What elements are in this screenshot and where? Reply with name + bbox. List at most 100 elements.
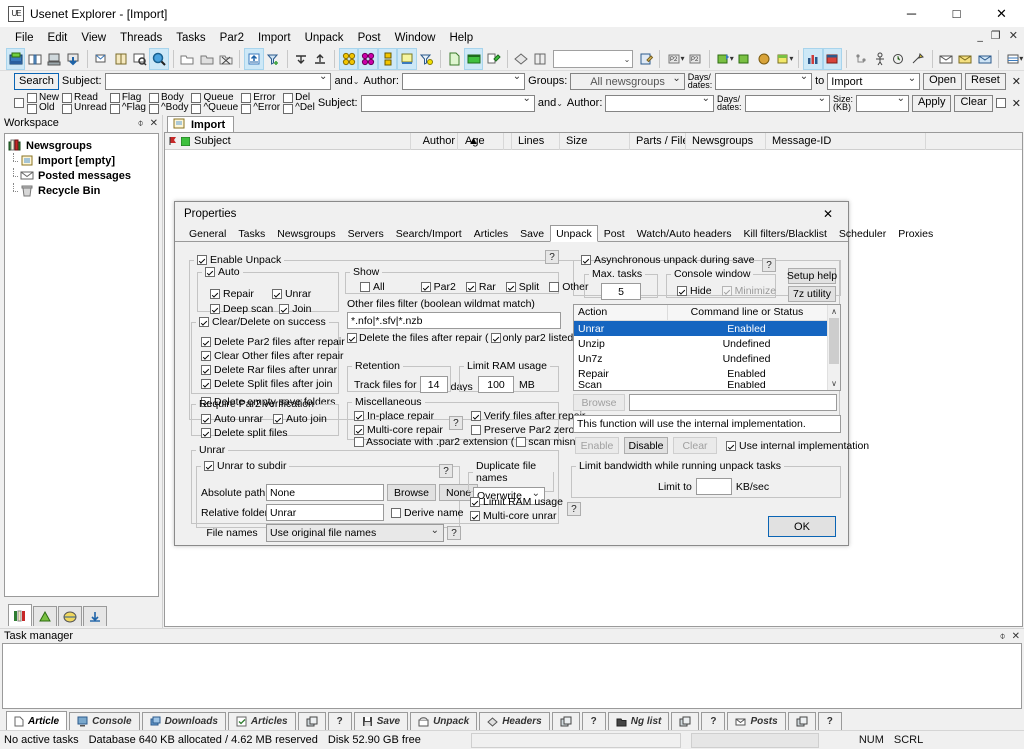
auto-deepscan-checkbox[interactable] [210,304,220,314]
toolbar-combo[interactable]: ⌄ [552,49,634,68]
tab-help-2[interactable]: ? [581,712,606,730]
enable-unpack-help-button[interactable]: ? [545,250,559,264]
bandwidth-input[interactable] [695,478,732,495]
action-row-unrar[interactable]: Unrar Enabled [574,321,840,336]
filter-master-checkbox[interactable] [14,98,24,108]
filter-extra-checkbox[interactable] [995,98,1006,108]
delete-rar-item[interactable]: Delete Rar files after unrar [201,364,345,376]
disable-button[interactable]: Disable [624,437,668,454]
tree-node-import[interactable]: Import [empty] [8,153,155,168]
action-list[interactable]: Action Command line or Status Unrar Enab… [573,304,841,391]
menu-window[interactable]: Window [388,30,443,46]
close-task-manager-icon[interactable]: ✕ [1012,631,1020,642]
action-row-repair[interactable]: Repair Enabled [574,366,840,381]
download-headers-icon[interactable] [64,48,83,70]
delete-folder-icon[interactable] [216,48,235,70]
open-folder-icon[interactable] [197,48,216,70]
auto-checkbox[interactable] [205,267,215,277]
unrar-icon[interactable] [714,48,733,70]
use-internal-checkbox[interactable] [726,440,736,451]
browse-path-button[interactable]: Browse [387,484,437,501]
tag-icon[interactable] [511,48,530,70]
delete-split-item[interactable]: Delete Split files after join [201,378,345,390]
menu-unpack[interactable]: Unpack [298,30,351,46]
filter-notflag-checkbox[interactable] [109,103,120,114]
filter-read-checkbox[interactable] [62,92,73,103]
filter-notbody-checkbox[interactable] [148,103,159,114]
document-tab-import[interactable]: Import [167,116,235,132]
auto-unrar-verify-item[interactable]: Auto unrar [201,413,263,425]
green-window-icon[interactable] [463,47,484,70]
tab-save[interactable]: Save [514,226,550,241]
open-button[interactable]: Open [923,72,963,90]
clear-button[interactable]: Clear [954,94,993,112]
reset-button[interactable]: Reset [965,72,1006,90]
filter-flag-error[interactable]: Error ^Error [241,92,280,114]
kill-filter-icon[interactable] [870,48,889,70]
close-search-icon[interactable]: ✕ [1009,75,1024,88]
filter-new-checkbox[interactable] [27,92,37,103]
action-row-scan[interactable]: Scan Enabled [574,381,840,389]
command-input[interactable] [629,394,837,411]
menu-import[interactable]: Import [251,30,298,46]
tree-node-newsgroups[interactable]: Newsgroups [8,138,155,153]
auto-unrar-item[interactable]: Unrar [271,288,311,300]
filter-flag-flag[interactable]: Flag ^Flag [109,92,146,114]
tab-help-1[interactable]: ? [327,712,352,730]
tab-windows-4[interactable] [787,712,816,730]
show-other-checkbox[interactable] [549,282,560,292]
multicore-unrar-item[interactable]: Multi-core unrar [470,510,563,522]
action-row-unzip[interactable]: Unzip Undefined [574,336,840,351]
mdi-restore-icon[interactable]: ❐ [989,29,1003,42]
tab-save[interactable]: Save [353,712,409,730]
console-hide-checkbox[interactable] [677,286,687,296]
auto-join-verify-item[interactable]: Auto join [273,413,327,425]
auto-join-verify-checkbox[interactable] [273,414,284,424]
auto-join-checkbox[interactable] [279,304,290,314]
clear-other-checkbox[interactable] [201,351,211,361]
par2-yellow-icon[interactable] [338,47,359,70]
close-icon[interactable]: ✕ [979,0,1024,28]
chevron-down-icon[interactable]: ⌄ [556,99,563,108]
ram-limit-input[interactable]: 100 [478,376,514,393]
column-size[interactable]: Size [560,132,630,150]
mdi-close-icon[interactable]: ✕ [1007,29,1020,42]
filter-author-input[interactable] [605,93,714,112]
unpack-all-icon[interactable] [735,48,754,70]
chevron-down-icon[interactable]: ⌄ [353,77,360,86]
tab-search-import[interactable]: Search/Import [390,226,468,241]
tab-articles[interactable]: Articles [227,712,296,730]
menu-tasks[interactable]: Tasks [169,30,212,46]
auto-join-item[interactable]: Join [279,303,311,315]
limit-ram-checkbox[interactable] [470,497,480,507]
filter-flag-body[interactable]: Body ^Body [148,92,188,114]
show-all-checkbox[interactable] [360,282,370,292]
file-names-select[interactable]: Use original file names [266,522,444,542]
unrar-to-subdir-checkbox[interactable] [204,461,214,471]
tab-posts[interactable]: Posts [727,712,786,730]
tab-downloads[interactable]: Downloads [141,712,226,730]
scheduler-icon[interactable] [889,48,908,70]
join-files-icon[interactable] [397,47,417,70]
task-manager-body[interactable] [2,643,1022,709]
tab-unpack[interactable]: Unpack [550,225,598,242]
tab-general[interactable]: General [183,226,232,241]
limit-ram-item[interactable]: Limit RAM usage [470,496,563,508]
show-rar-checkbox[interactable] [465,282,476,292]
filter-flag-queue[interactable]: Queue ^Queue [191,92,238,114]
retention-days-input[interactable]: 14 [419,376,448,393]
absolute-path-input[interactable]: None [266,484,384,501]
menu-view[interactable]: View [74,30,113,46]
scrollbar-thumb[interactable] [829,318,839,364]
close-filter-icon[interactable]: ✕ [1009,97,1024,110]
max-tasks-input[interactable]: 5 [601,283,641,300]
auto-repair-checkbox[interactable] [210,289,220,299]
scroll-down-icon[interactable]: ∨ [828,377,840,390]
split-files-icon[interactable] [377,47,398,70]
tree-node-posted-messages[interactable]: Posted messages [8,168,155,183]
days-dates-input[interactable] [715,71,813,90]
unrar-help-button[interactable]: ? [439,464,453,478]
show-rar-item[interactable]: Rar [465,281,496,293]
show-par2-checkbox[interactable] [420,282,431,292]
tab-help-4[interactable]: ? [817,712,842,730]
